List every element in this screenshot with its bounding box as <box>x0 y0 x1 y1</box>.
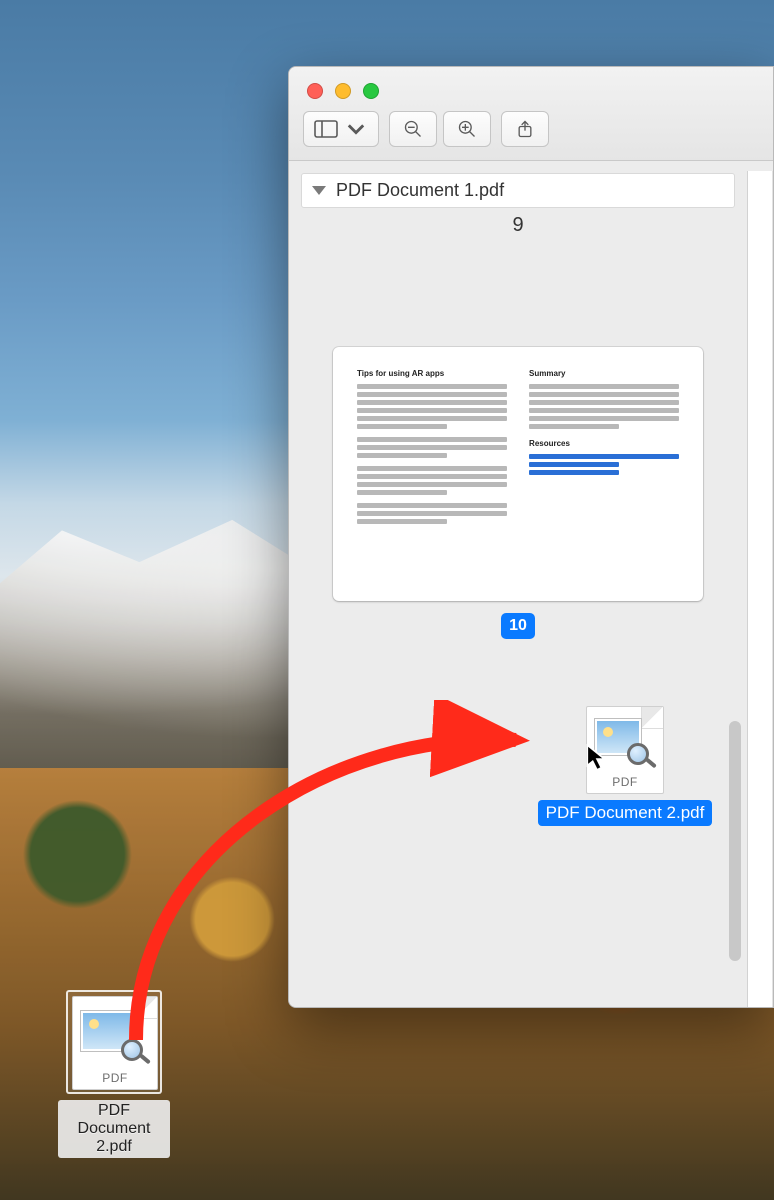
share-icon <box>515 119 535 139</box>
cursor-arrow-icon <box>586 744 608 772</box>
desktop-file-selection-outline: PDF <box>66 990 162 1094</box>
pdf-tag: PDF <box>73 1071 157 1085</box>
thumbnails-sidebar[interactable]: PDF Document 1.pdf 9 Tips for using AR a… <box>289 161 747 1007</box>
desktop[interactable]: PDF Document 1.pdf 9 Tips for using AR a… <box>0 0 774 1200</box>
close-window-button[interactable] <box>307 83 323 99</box>
preview-window[interactable]: PDF Document 1.pdf 9 Tips for using AR a… <box>288 66 774 1008</box>
desktop-file[interactable]: PDF PDF Document 2.pdf <box>58 990 170 1158</box>
titlebar[interactable] <box>289 67 773 161</box>
zoom-out-icon <box>403 119 423 139</box>
document-header-row[interactable]: PDF Document 1.pdf <box>301 173 735 208</box>
chevron-down-icon <box>344 120 368 138</box>
zoom-in-icon <box>457 119 477 139</box>
page-thumbnail-preview: Tips for using AR apps Summary Resources <box>333 347 703 601</box>
page-number-badge: 10 <box>501 613 535 639</box>
page-number-label: 9 <box>289 214 747 237</box>
thumb-heading-resources: Resources <box>529 439 679 450</box>
toolbar <box>303 111 549 147</box>
window-content: PDF Document 1.pdf 9 Tips for using AR a… <box>289 161 773 1007</box>
document-title: PDF Document 1.pdf <box>336 180 504 201</box>
window-controls <box>307 83 379 99</box>
zoom-in-button[interactable] <box>443 111 491 147</box>
thumb-heading-left: Tips for using AR apps <box>357 369 507 380</box>
sidebar-toggle-button[interactable] <box>303 111 379 147</box>
zoom-out-button[interactable] <box>389 111 437 147</box>
minimize-window-button[interactable] <box>335 83 351 99</box>
disclosure-triangle-icon[interactable] <box>312 186 326 195</box>
share-button[interactable] <box>501 111 549 147</box>
main-document-edge <box>747 171 773 1007</box>
desktop-file-label[interactable]: PDF Document 2.pdf <box>58 1100 170 1158</box>
page-thumbnail-10[interactable]: Tips for using AR apps Summary Resources <box>333 347 703 639</box>
zoom-window-button[interactable] <box>363 83 379 99</box>
sidebar-scrollbar[interactable] <box>729 721 741 961</box>
pdf-file-icon: PDF <box>72 996 158 1090</box>
sidebar-toggle-icon <box>314 120 338 138</box>
zoom-group <box>389 111 491 147</box>
thumb-heading-summary: Summary <box>529 369 679 380</box>
